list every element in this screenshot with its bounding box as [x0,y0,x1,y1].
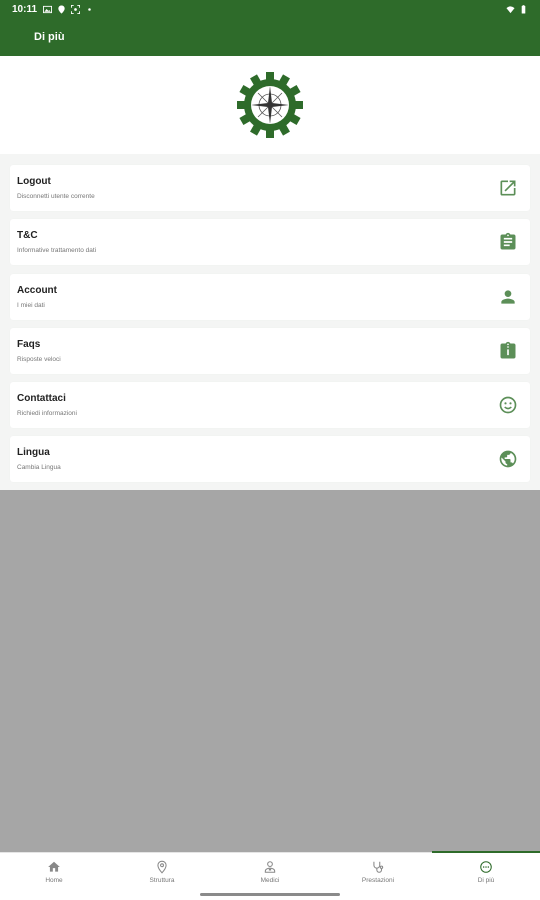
menu-item-subtitle: Risposte veloci [17,355,61,363]
menu-item-title: Faqs [17,338,41,350]
nav-prestazioni[interactable]: Prestazioni [324,853,432,890]
nav-label: Di più [477,876,495,884]
more-icon [480,860,492,873]
external-link-icon [500,180,516,196]
nav-label: Struttura [149,876,175,884]
home-icon [48,861,60,872]
nav-medici[interactable]: Medici [216,853,324,890]
menu-item-tc[interactable]: T&C Informative trattamento dati [10,219,530,266]
nav-label: Medici [260,876,280,884]
menu-item-subtitle: Cambia Lingua [17,464,61,472]
smiley-icon [499,396,517,414]
status-right [506,4,528,14]
menu-item-title: Account [17,284,57,296]
nav-struttura[interactable]: Struttura [108,853,216,890]
menu-item-title: T&C [17,230,38,242]
person-icon [501,289,515,304]
menu-item-subtitle: Disconnetti utente corrente [17,193,95,200]
location-pin-icon [157,860,167,874]
menu-item-subtitle: Informative trattamento dati [17,247,97,255]
menu-item-title: Contattaci [17,393,66,405]
menu-item-faqs[interactable]: Faqs Risposte veloci [10,327,530,374]
nav-di-piu[interactable]: Di più [432,853,540,890]
battery-icon [521,4,526,14]
menu-item-lingua[interactable]: Lingua Cambia Lingua [10,436,530,483]
more-menu: Logout Disconnetti utente corrente T&C I… [10,165,530,491]
nav-label: Prestazioni [361,876,395,884]
dot-icon [88,7,91,11]
status-bar: 10:11 [0,0,540,18]
clipboard-info-icon [500,341,516,359]
status-icons [43,4,94,14]
doctor-icon [264,860,276,873]
compass-gear-logo [237,72,303,138]
page-title: Di più [34,31,65,43]
menu-item-subtitle: I miei dati [17,301,45,309]
logo-header [0,56,540,154]
clipboard-icon [500,233,516,250]
menu-item-title: Logout [17,176,51,187]
image-icon [43,5,53,13]
bottom-nav: Home Struttura Medici Prestazioni Di più [0,851,540,890]
nav-home[interactable]: Home [0,853,108,890]
menu-item-account[interactable]: Account I miei dati [10,273,530,320]
home-gesture-handle[interactable] [200,893,340,896]
stethoscope-icon [373,861,384,873]
menu-item-logout[interactable]: Logout Disconnetti utente corrente [10,165,530,211]
status-time: 10:11 [12,3,38,15]
active-tab-indicator [432,851,540,853]
menu-item-contattaci[interactable]: Contattaci Richiedi informazioni [10,382,530,429]
nav-label: Home [45,876,63,884]
app-bar: Di più [0,18,540,56]
menu-item-title: Lingua [17,447,50,459]
wifi-icon [506,5,515,13]
scan-icon [71,4,81,14]
system-nav-bar [0,890,540,900]
globe-icon [499,451,517,468]
location-icon [58,4,65,14]
menu-item-subtitle: Richiedi informazioni [17,410,77,418]
